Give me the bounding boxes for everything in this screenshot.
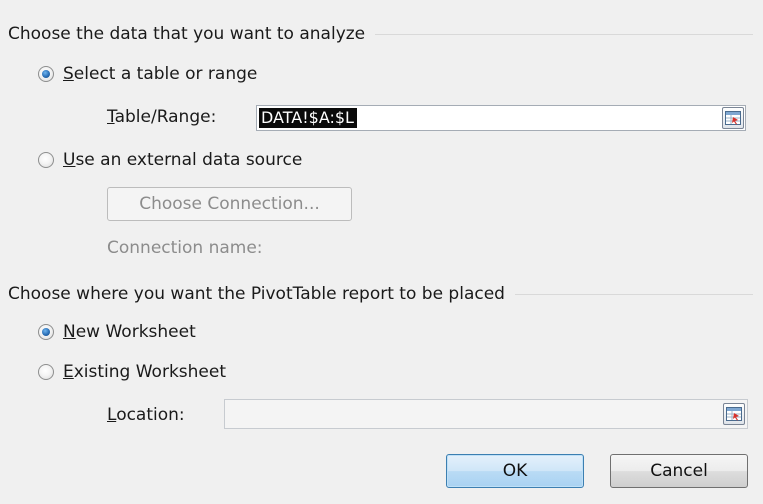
external-source-label: Use an external data source — [63, 150, 303, 170]
data-section-header: Choose the data that you want to analyze — [8, 24, 753, 44]
external-source-option[interactable]: Use an external data source — [38, 150, 302, 170]
table-range-value[interactable]: DATA!$A:$L — [259, 108, 357, 128]
table-range-label: Table/Range: — [107, 107, 217, 127]
placement-section-title: Choose where you want the PivotTable rep… — [8, 284, 505, 304]
external-source-radio[interactable] — [38, 152, 54, 168]
existing-worksheet-label: Existing Worksheet — [63, 362, 227, 382]
select-table-range-option[interactable]: Select a table or range — [38, 64, 257, 84]
connection-name-label: Connection name: — [107, 238, 263, 258]
range-collapse-icon — [726, 407, 742, 421]
range-collapse-icon — [725, 111, 741, 125]
table-range-collapse-button[interactable] — [722, 107, 744, 129]
placement-section-divider — [514, 293, 753, 295]
data-section-title: Choose the data that you want to analyze — [8, 24, 366, 44]
new-worksheet-label: New Worksheet — [63, 322, 196, 342]
ok-button[interactable]: OK — [446, 454, 584, 488]
cancel-button[interactable]: Cancel — [610, 454, 748, 488]
location-collapse-button[interactable] — [723, 403, 745, 425]
location-label: Location: — [107, 405, 185, 425]
table-range-input[interactable]: DATA!$A:$L — [256, 105, 746, 131]
new-worksheet-option[interactable]: New Worksheet — [38, 322, 196, 342]
new-worksheet-radio[interactable] — [38, 324, 54, 340]
location-input[interactable] — [224, 399, 748, 429]
data-section-divider — [375, 33, 753, 35]
existing-worksheet-radio[interactable] — [38, 364, 54, 380]
select-table-range-label: Select a table or range — [63, 64, 258, 84]
existing-worksheet-option[interactable]: Existing Worksheet — [38, 362, 226, 382]
choose-connection-button[interactable]: Choose Connection... — [107, 187, 352, 221]
select-table-range-radio[interactable] — [38, 66, 54, 82]
placement-section-header: Choose where you want the PivotTable rep… — [8, 284, 753, 304]
